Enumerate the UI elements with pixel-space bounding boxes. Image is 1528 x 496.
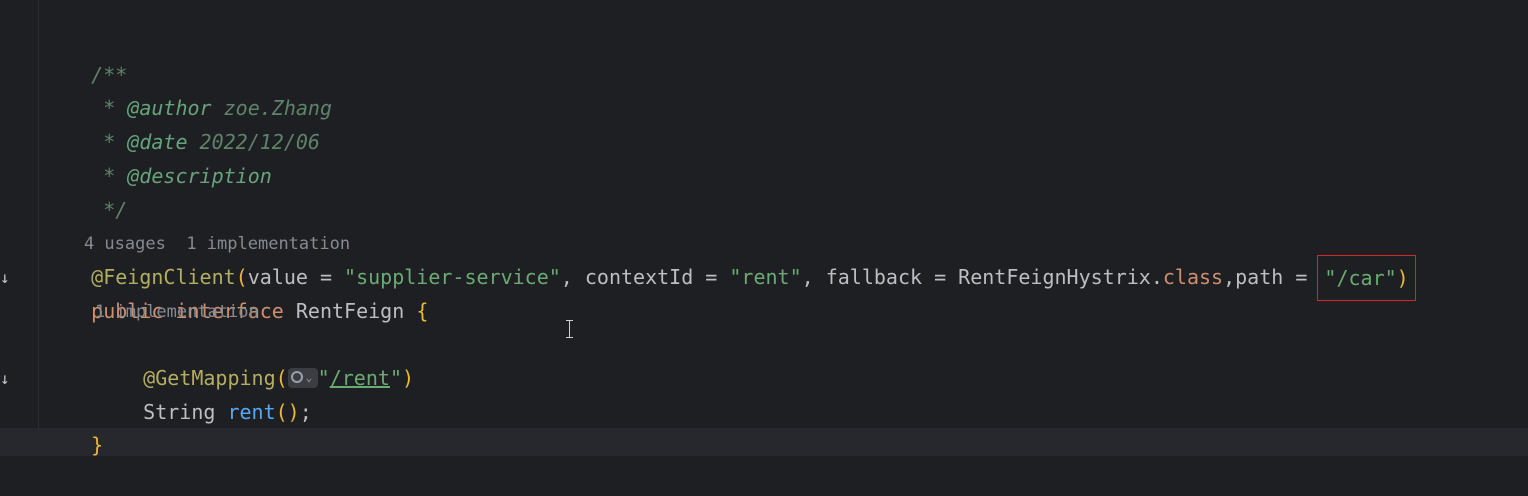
implementation-gutter-icon[interactable]: ↓	[0, 369, 12, 389]
quote: "	[389, 366, 402, 390]
doc-comment-author: * @author zoe.Zhang	[43, 57, 332, 120]
path-highlight-box: "/car")	[1317, 255, 1416, 301]
class-keyword: class	[1162, 265, 1224, 289]
rent-url-link[interactable]: /rent	[330, 366, 390, 390]
close-brace: }	[91, 433, 104, 457]
method-declaration-line: String rent();	[95, 361, 312, 424]
close-paren: )	[1396, 266, 1409, 290]
current-line-highlight	[0, 428, 1528, 456]
doc-comment-close: */	[43, 159, 127, 222]
code-editor[interactable]: /** * @author zoe.Zhang * @date 2022/12/…	[0, 0, 1528, 457]
path-string: "/car"	[1324, 266, 1397, 290]
method-parens: ()	[275, 400, 300, 424]
interface-name: RentFeign	[295, 299, 405, 323]
quote: "	[317, 366, 330, 390]
close-paren: )	[401, 366, 415, 390]
open-brace: {	[416, 299, 429, 323]
closing-brace-line: }	[43, 394, 103, 457]
fallback-attr: , fallback = RentFeignHystrix.	[801, 265, 1163, 289]
get-mapping-line: @GetMapping(⌄ "/rent")	[95, 327, 414, 390]
method-name: rent	[227, 400, 276, 424]
path-attr: ,path =	[1223, 265, 1320, 289]
return-type: String	[143, 400, 216, 424]
feign-client-annotation-line: @FeignClient(value = "supplier-service",…	[43, 226, 1416, 301]
implementation-gutter-icon[interactable]: ↓	[0, 268, 12, 288]
method-implementation-hint[interactable]: 1 implementation	[95, 295, 259, 329]
doc-comment-open: /**	[43, 24, 127, 87]
text-cursor-icon	[566, 320, 574, 338]
interface-declaration-line: public interface RentFeign {	[43, 260, 428, 323]
context-id-string: "rent"	[729, 265, 802, 289]
doc-comment-description: * @description	[43, 125, 272, 188]
description-tag: @description	[127, 164, 272, 188]
usages-hints: 4 usages 1 implementation	[43, 193, 350, 254]
doc-comment-date: * @date 2022/12/06	[43, 91, 320, 154]
semicolon: ;	[299, 400, 312, 424]
context-id-attr: , contextId =	[560, 265, 730, 289]
gutter-divider	[38, 0, 39, 456]
